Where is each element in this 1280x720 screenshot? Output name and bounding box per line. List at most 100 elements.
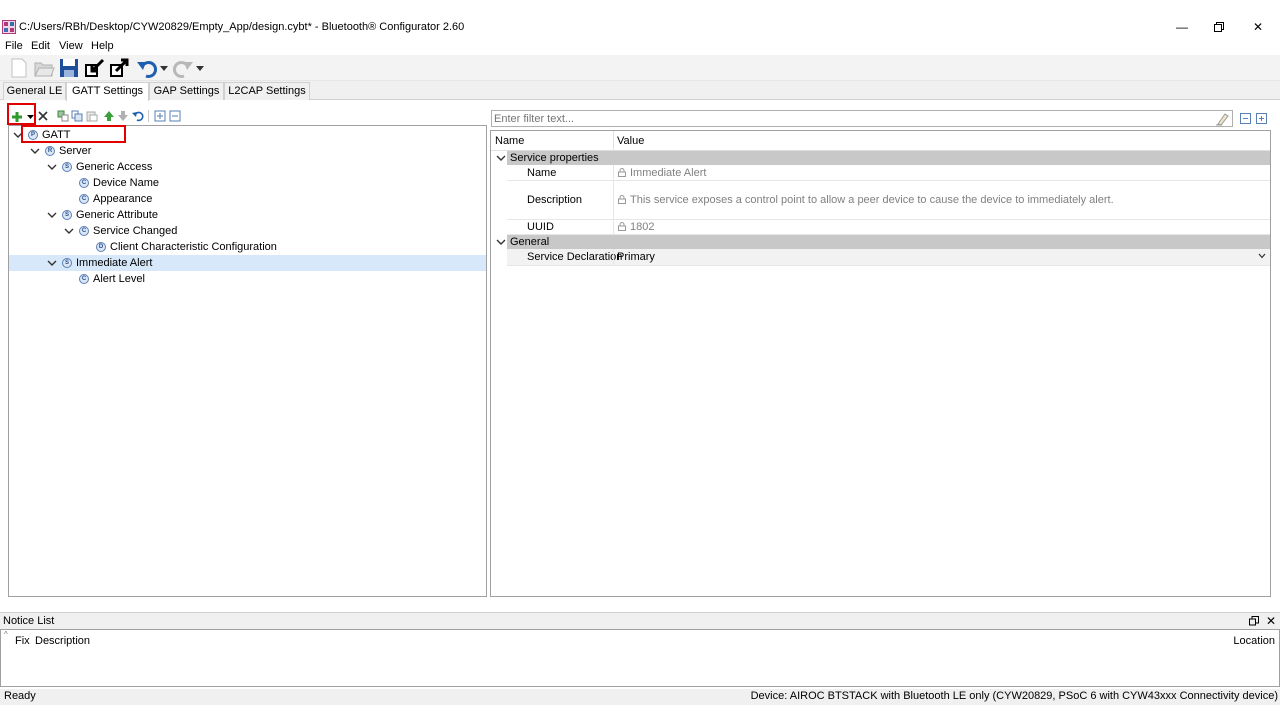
property-row-description[interactable]: Description This service exposes a contr… — [507, 181, 1270, 220]
status-bar: Ready Device: AIROC BTSTACK with Bluetoo… — [0, 689, 1280, 705]
tree-item-label: Alert Level — [93, 273, 145, 285]
property-value-text: Immediate Alert — [630, 167, 707, 179]
window-title: C:/Users/RBh/Desktop/CYW20829/Empty_App/… — [19, 21, 465, 33]
tab-general-le[interactable]: General LE — [3, 82, 66, 100]
tree-item-label: Appearance — [93, 193, 153, 205]
chevron-down-icon[interactable] — [496, 153, 506, 163]
expand-all-icon[interactable] — [154, 110, 166, 122]
tab-gap-settings[interactable]: GAP Settings — [149, 82, 224, 100]
column-separator — [613, 131, 614, 151]
filter-box — [491, 110, 1233, 127]
property-value: Immediate Alert — [618, 165, 706, 181]
menu-bar: File Edit View Help — [0, 38, 1280, 55]
redo-icon[interactable] — [172, 57, 194, 79]
group-service-properties[interactable]: Service properties — [491, 151, 1270, 165]
notice-list-title: Notice List — [3, 615, 55, 627]
lock-icon — [618, 168, 626, 177]
notice-list-header: Notice List ✕ — [0, 612, 1280, 629]
chevron-down-icon[interactable] — [30, 146, 40, 156]
property-row-name[interactable]: Name Immediate Alert — [507, 165, 1270, 181]
chevron-down-icon[interactable] — [47, 258, 57, 268]
gatt-tree: P GATT R Server S Generic Access C Device Name C… — [8, 125, 487, 597]
restore-icon — [1214, 22, 1224, 32]
property-grid: Name Value Service properties Name Immed… — [490, 130, 1271, 597]
sort-indicator-icon: ^ — [4, 630, 8, 639]
property-value: This service exposes a control point to … — [618, 181, 1114, 220]
filter-input[interactable] — [494, 112, 1194, 126]
tree-item[interactable]: R Server — [9, 143, 486, 159]
column-description-header[interactable]: Description — [35, 635, 90, 647]
float-panel-icon[interactable] — [1249, 616, 1259, 626]
clear-filter-icon[interactable] — [1215, 112, 1229, 126]
tree-item[interactable]: S Generic Access — [9, 159, 486, 175]
tree-item[interactable]: C Alert Level — [9, 271, 486, 287]
lock-icon — [618, 222, 626, 231]
tree-item[interactable]: C Device Name — [9, 175, 486, 191]
property-row-uuid[interactable]: UUID 1802 — [507, 220, 1270, 235]
tree-item-label: Immediate Alert — [76, 257, 153, 269]
tree-item-label: Server — [59, 145, 92, 157]
delete-icon[interactable] — [37, 110, 49, 122]
menu-help[interactable]: Help — [91, 40, 114, 52]
property-name: Service Declaration — [527, 251, 623, 263]
undo-icon[interactable] — [136, 57, 158, 79]
new-file-icon[interactable] — [8, 57, 30, 79]
collapse-all-icon[interactable] — [169, 110, 181, 122]
tree-item-label: Client Characteristic Configuration — [110, 241, 277, 253]
column-location-header[interactable]: Location — [1233, 635, 1275, 647]
tab-gatt-settings[interactable]: GATT Settings — [66, 82, 149, 101]
tree-item[interactable]: S Immediate Alert — [9, 255, 486, 271]
redo-dropdown-icon[interactable] — [196, 66, 204, 71]
service-icon: S — [62, 210, 72, 220]
chevron-down-icon[interactable] — [1258, 253, 1266, 259]
lock-icon — [618, 195, 626, 204]
chevron-down-icon[interactable] — [47, 210, 57, 220]
property-row-service-declaration[interactable]: Service Declaration Primary — [507, 249, 1270, 266]
tree-item[interactable]: C Appearance — [9, 191, 486, 207]
undo-dropdown-icon[interactable] — [160, 66, 168, 71]
open-file-icon[interactable] — [33, 57, 55, 79]
menu-edit[interactable]: Edit — [31, 40, 50, 52]
row-separator — [613, 181, 614, 219]
column-value-header: Value — [617, 135, 645, 147]
column-name-header: Name — [495, 135, 525, 147]
minimize-button[interactable]: — — [1170, 18, 1194, 36]
tree-item[interactable]: D Client Characteristic Configuration — [9, 239, 486, 255]
expand-groups-icon[interactable] — [1256, 113, 1267, 124]
property-value: 1802 — [618, 220, 654, 235]
close-button[interactable]: ✕ — [1246, 18, 1270, 36]
paste-icon[interactable] — [86, 110, 98, 122]
restore-button[interactable] — [1207, 18, 1231, 36]
status-text: Ready — [4, 690, 36, 702]
close-panel-icon[interactable]: ✕ — [1266, 614, 1276, 628]
export-icon[interactable] — [108, 57, 130, 79]
group-bar — [507, 235, 1270, 249]
title-bar: C:/Users/RBh/Desktop/CYW20829/Empty_App/… — [0, 0, 1280, 38]
tab-l2cap-settings[interactable]: L2CAP Settings — [224, 82, 310, 100]
add-child-icon[interactable] — [57, 110, 69, 122]
tree-item[interactable]: S Generic Attribute — [9, 207, 486, 223]
menu-file[interactable]: File — [5, 40, 23, 52]
tab-bar: General LE GATT Settings GAP Settings L2… — [0, 81, 1280, 101]
column-fix-header[interactable]: Fix — [15, 635, 30, 647]
service-declaration-select[interactable]: Primary — [617, 249, 655, 266]
row-separator — [613, 165, 614, 180]
collapse-groups-icon[interactable] — [1240, 113, 1251, 124]
group-general[interactable]: General — [491, 235, 1270, 249]
descriptor-icon: D — [96, 242, 106, 252]
menu-view[interactable]: View — [59, 40, 83, 52]
move-up-icon[interactable] — [103, 110, 115, 122]
chevron-down-icon[interactable] — [47, 162, 57, 172]
copy-icon[interactable] — [71, 110, 83, 122]
chevron-down-icon[interactable] — [64, 226, 74, 236]
import-icon[interactable] — [83, 57, 105, 79]
save-icon[interactable] — [58, 57, 80, 79]
tree-item[interactable]: C Service Changed — [9, 223, 486, 239]
property-grid-header: Name Value — [491, 131, 1270, 151]
move-down-icon[interactable] — [117, 110, 129, 122]
chevron-down-icon[interactable] — [496, 237, 506, 247]
property-value-text: This service exposes a control point to … — [630, 194, 1114, 206]
tree-item-label: Generic Attribute — [76, 209, 158, 221]
reset-icon[interactable] — [132, 110, 144, 122]
main-toolbar — [0, 55, 1280, 81]
